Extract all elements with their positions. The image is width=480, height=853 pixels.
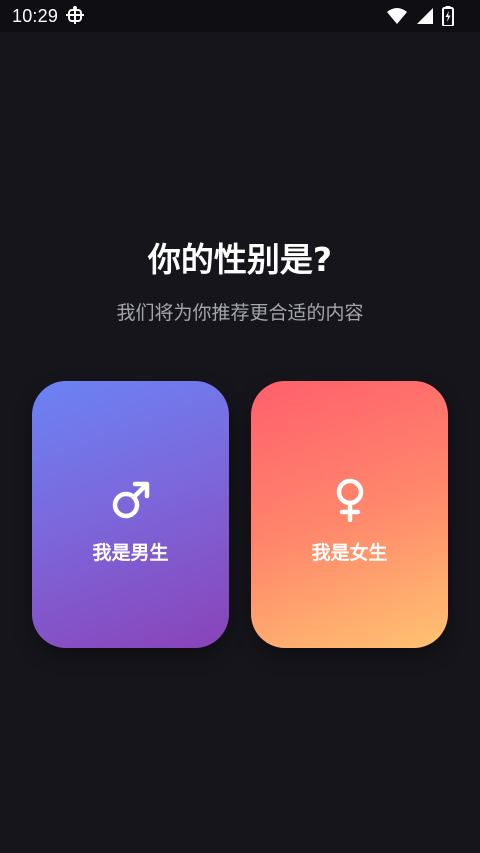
bug-icon <box>64 4 86 26</box>
status-icons <box>386 6 454 26</box>
status-time: 10:29 <box>12 6 59 26</box>
status-bar: 10:29 <box>0 0 480 32</box>
wifi-icon <box>386 7 408 25</box>
male-option-label: 我是男生 <box>92 542 169 564</box>
cell-signal-icon <box>416 7 434 25</box>
male-option-card[interactable]: 我是男生 <box>32 381 229 648</box>
female-symbol-icon <box>251 478 448 522</box>
female-option-card[interactable]: 我是女生 <box>251 381 448 648</box>
gender-select-screen: 10:29 你的性别是? 我们将为你推荐更合适的内容 我是男生 我是女生 <box>0 0 480 853</box>
page-subtitle: 我们将为你推荐更合适的内容 <box>116 302 364 324</box>
page-title: 你的性别是? <box>147 240 333 279</box>
battery-charging-icon <box>442 6 454 26</box>
female-option-label: 我是女生 <box>311 542 388 564</box>
male-symbol-icon <box>32 478 229 522</box>
